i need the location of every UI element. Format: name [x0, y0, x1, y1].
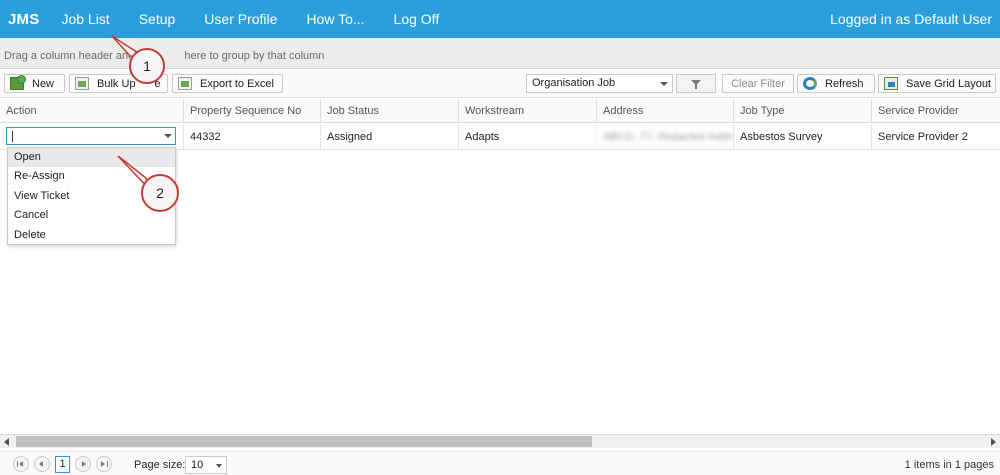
save-grid-layout-button[interactable]: Save Grid Layout: [878, 74, 996, 93]
view-select-value: Organisation Job: [532, 77, 616, 89]
column-header-action[interactable]: Action: [0, 99, 183, 123]
new-button[interactable]: New: [4, 74, 65, 93]
page-size-value: 10: [191, 459, 204, 471]
first-page-icon: [17, 461, 18, 467]
refresh-label: Refresh: [825, 77, 864, 90]
column-header-property-sequence-no[interactable]: Property Sequence No: [183, 99, 320, 123]
callout-2-label: 2: [156, 185, 164, 201]
save-layout-icon: [884, 77, 898, 90]
previous-page-icon: [39, 461, 43, 467]
nav-how-to[interactable]: How To...: [306, 11, 364, 27]
previous-page-button[interactable]: [34, 456, 50, 472]
current-page-number[interactable]: 1: [55, 456, 70, 473]
refresh-icon: [803, 77, 817, 90]
cell-address: ABCD, 77, Redacted Address: [596, 124, 733, 150]
new-button-label: New: [32, 77, 55, 90]
export-to-excel-button[interactable]: Export to Excel: [172, 74, 283, 93]
chevron-down-icon[interactable]: [161, 128, 175, 144]
menu-item-open[interactable]: Open: [8, 148, 175, 168]
scroll-left-icon[interactable]: [4, 438, 9, 446]
pager-info-end: pages: [964, 459, 994, 471]
pager-info: 1 items in 1 pages: [905, 459, 994, 471]
page-size-label: Page size:: [134, 459, 186, 471]
last-page-icon: [101, 461, 105, 467]
nav-user-profile[interactable]: User Profile: [204, 11, 277, 27]
column-header-job-type[interactable]: Job Type: [733, 99, 871, 123]
logged-in-user-label: Logged in as Default User: [830, 11, 992, 27]
new-job-icon: [10, 75, 26, 90]
cell-property-sequence-no: 44332: [183, 124, 320, 150]
filter-button[interactable]: [676, 74, 716, 93]
pager-page-count: 1: [954, 459, 961, 471]
menu-item-delete[interactable]: Delete: [8, 226, 175, 245]
chevron-down-icon: [216, 464, 222, 468]
view-select[interactable]: Organisation Job: [526, 74, 673, 93]
cell-workstream: Adapts: [458, 124, 596, 150]
page-size-select[interactable]: 10: [185, 456, 227, 474]
next-page-button[interactable]: [75, 456, 91, 472]
group-by-hint-end: here to group by that column: [184, 50, 325, 62]
top-navbar: JMS Job List Setup User Profile How To..…: [0, 0, 1000, 38]
excel-icon: [178, 77, 192, 90]
brand-logo[interactable]: JMS: [8, 11, 39, 28]
next-page-icon: [82, 461, 86, 467]
save-layout-label: Save Grid Layout: [906, 77, 991, 90]
column-header-service-provider[interactable]: Service Provider: [871, 99, 1000, 123]
group-by-hint-start: Drag a column header and: [4, 50, 135, 62]
export-label: Export to Excel: [200, 77, 274, 90]
text-cursor: [12, 131, 13, 142]
clear-filter-button[interactable]: Clear Filter: [722, 74, 794, 93]
first-page-button[interactable]: [13, 456, 29, 472]
refresh-button[interactable]: Refresh: [797, 74, 875, 93]
pager: 1 Page size: 10 1 items in 1 pages: [0, 451, 1000, 475]
chevron-down-icon: [660, 82, 668, 86]
grid-header: Action Property Sequence No Job Status W…: [0, 99, 1000, 123]
cell-job-status: Assigned: [320, 124, 458, 150]
clear-filter-label: Clear Filter: [731, 77, 785, 90]
pager-info-text: items in: [913, 459, 952, 471]
horizontal-scrollbar[interactable]: [0, 434, 1000, 448]
scroll-right-icon[interactable]: [991, 438, 996, 446]
pager-item-count: 1: [904, 459, 911, 471]
nav-log-off[interactable]: Log Off: [394, 11, 440, 27]
column-header-address[interactable]: Address: [596, 99, 733, 123]
column-header-job-status[interactable]: Job Status: [320, 99, 458, 123]
action-select[interactable]: [6, 127, 176, 145]
cell-job-type: Asbestos Survey: [733, 124, 871, 150]
last-page-button[interactable]: [96, 456, 112, 472]
nav-job-list[interactable]: Job List: [61, 11, 109, 27]
nav-setup[interactable]: Setup: [139, 11, 176, 27]
bulk-update-icon: [75, 77, 89, 90]
cell-service-provider: Service Provider 2: [871, 124, 1000, 150]
funnel-icon: [691, 80, 701, 89]
column-header-workstream[interactable]: Workstream: [458, 99, 596, 123]
callout-1-label: 1: [143, 58, 151, 74]
scrollbar-thumb[interactable]: [16, 436, 592, 447]
